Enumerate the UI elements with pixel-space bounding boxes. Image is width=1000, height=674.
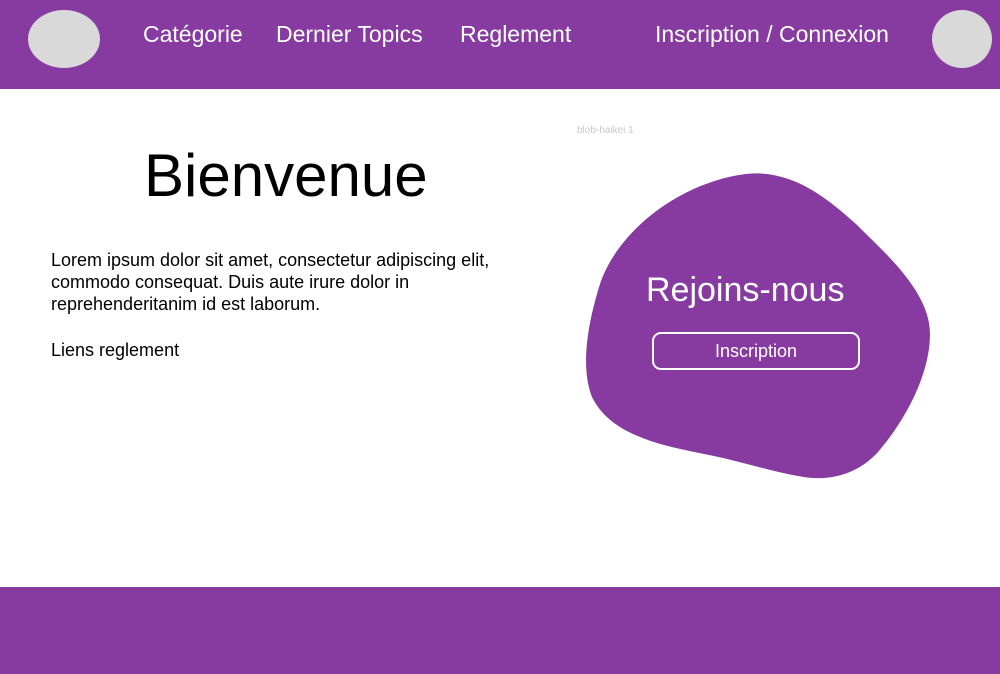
nav-link-reglement[interactable]: Reglement xyxy=(460,19,571,49)
blob-path xyxy=(586,173,930,479)
top-navbar: Catégorie Dernier Topics Reglement Inscr… xyxy=(0,0,1000,89)
rules-link[interactable]: Liens reglement xyxy=(51,339,179,361)
join-title: Rejoins-nous xyxy=(646,271,845,309)
nav-link-dernier-topics[interactable]: Dernier Topics xyxy=(276,19,423,49)
avatar-placeholder[interactable] xyxy=(932,10,992,68)
blob-layer-label: blob-haikei 1 xyxy=(577,125,634,136)
page-title: Bienvenue xyxy=(144,142,428,209)
intro-paragraph: Lorem ipsum dolor sit amet, consectetur … xyxy=(51,250,490,314)
join-blob-shape xyxy=(586,173,930,479)
nav-link-inscription-connexion[interactable]: Inscription / Connexion xyxy=(655,19,889,49)
inscription-button[interactable]: Inscription xyxy=(652,332,860,370)
footer xyxy=(0,587,1000,674)
logo-placeholder[interactable] xyxy=(28,10,100,68)
nav-link-categorie[interactable]: Catégorie xyxy=(143,19,243,49)
